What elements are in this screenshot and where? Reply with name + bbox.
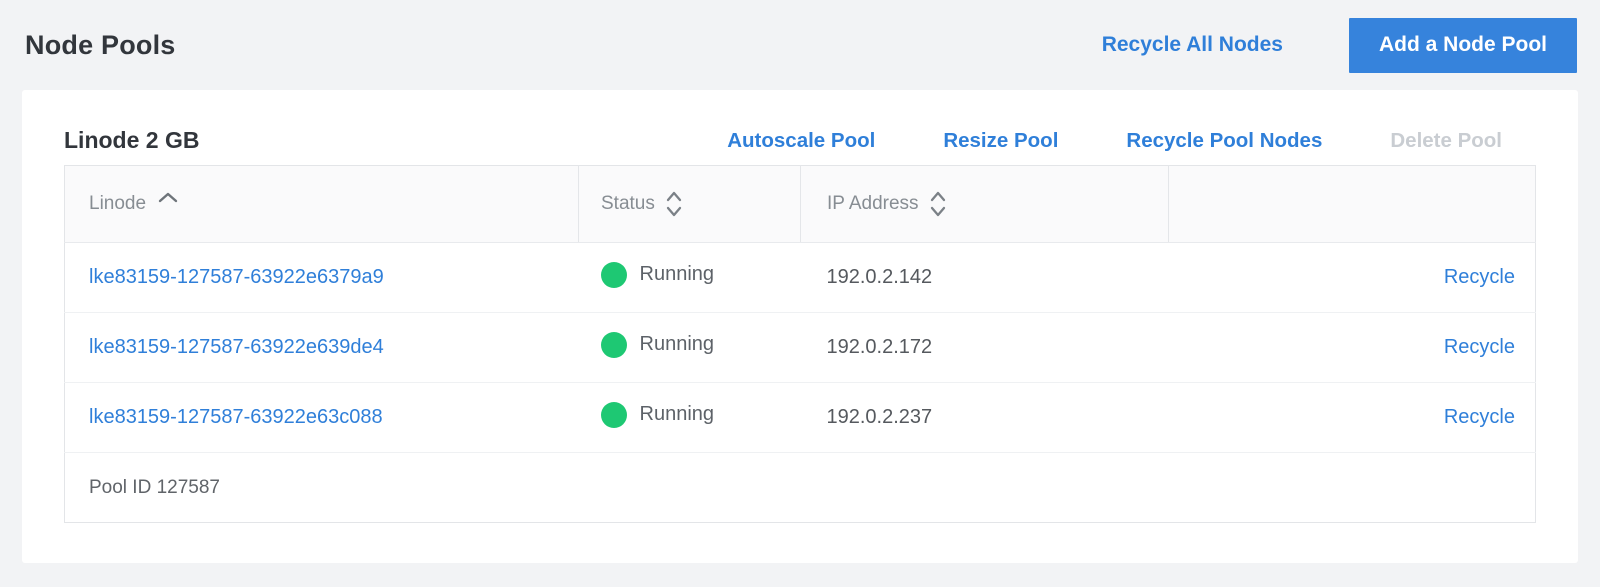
pool-id-row: Pool ID 127587 bbox=[65, 453, 1536, 523]
column-header-ip-address[interactable]: IP Address bbox=[801, 166, 1169, 243]
pool-title: Linode 2 GB bbox=[64, 127, 199, 154]
status-cell: Running bbox=[601, 332, 715, 358]
add-node-pool-button[interactable]: Add a Node Pool bbox=[1349, 18, 1577, 73]
status-cell: Running bbox=[601, 402, 715, 428]
delete-pool-button: Delete Pool bbox=[1390, 129, 1502, 153]
status-running-icon bbox=[601, 262, 627, 288]
recycle-all-nodes-button[interactable]: Recycle All Nodes bbox=[1102, 33, 1283, 57]
recycle-node-button[interactable]: Recycle bbox=[1444, 336, 1515, 358]
recycle-pool-nodes-button[interactable]: Recycle Pool Nodes bbox=[1126, 129, 1322, 153]
node-row: lke83159-127587-63922e639de4 Running 192… bbox=[65, 313, 1536, 383]
status-label: Running bbox=[640, 333, 715, 356]
pool-id-label: Pool ID 127587 bbox=[65, 453, 1536, 523]
node-pools-header: Node Pools Recycle All Nodes Add a Node … bbox=[0, 0, 1600, 90]
node-link[interactable]: lke83159-127587-63922e639de4 bbox=[89, 336, 384, 358]
sort-ascending-icon bbox=[158, 192, 178, 203]
status-cell: Running bbox=[601, 262, 715, 288]
node-row: lke83159-127587-63922e63c088 Running 192… bbox=[65, 383, 1536, 453]
recycle-node-button[interactable]: Recycle bbox=[1444, 406, 1515, 428]
sort-icon bbox=[930, 191, 946, 217]
node-ip: 192.0.2.142 bbox=[801, 243, 1169, 313]
node-link[interactable]: lke83159-127587-63922e63c088 bbox=[89, 406, 383, 428]
resize-pool-button[interactable]: Resize Pool bbox=[943, 129, 1058, 153]
node-pool-card: Linode 2 GB Autoscale Pool Resize Pool R… bbox=[22, 90, 1578, 563]
header-actions: Recycle All Nodes Add a Node Pool bbox=[1102, 18, 1577, 73]
column-header-actions bbox=[1169, 166, 1536, 243]
status-running-icon bbox=[601, 332, 627, 358]
pool-card-header: Linode 2 GB Autoscale Pool Resize Pool R… bbox=[64, 116, 1536, 165]
pool-actions: Autoscale Pool Resize Pool Recycle Pool … bbox=[727, 129, 1502, 153]
status-label: Running bbox=[640, 263, 715, 286]
node-row: lke83159-127587-63922e6379a9 Running 192… bbox=[65, 243, 1536, 313]
node-ip: 192.0.2.172 bbox=[801, 313, 1169, 383]
table-header-row: Linode Status bbox=[65, 166, 1536, 243]
status-label: Running bbox=[640, 403, 715, 426]
column-label: Status bbox=[601, 193, 655, 215]
sort-icon bbox=[666, 191, 682, 217]
page-title: Node Pools bbox=[25, 30, 176, 61]
node-link[interactable]: lke83159-127587-63922e6379a9 bbox=[89, 266, 384, 288]
node-ip: 192.0.2.237 bbox=[801, 383, 1169, 453]
column-header-status[interactable]: Status bbox=[579, 166, 801, 243]
status-running-icon bbox=[601, 402, 627, 428]
column-header-linode[interactable]: Linode bbox=[65, 166, 579, 243]
node-table: Linode Status bbox=[64, 165, 1536, 523]
column-label: IP Address bbox=[827, 193, 919, 215]
autoscale-pool-button[interactable]: Autoscale Pool bbox=[727, 129, 875, 153]
column-label: Linode bbox=[89, 193, 146, 215]
recycle-node-button[interactable]: Recycle bbox=[1444, 266, 1515, 288]
